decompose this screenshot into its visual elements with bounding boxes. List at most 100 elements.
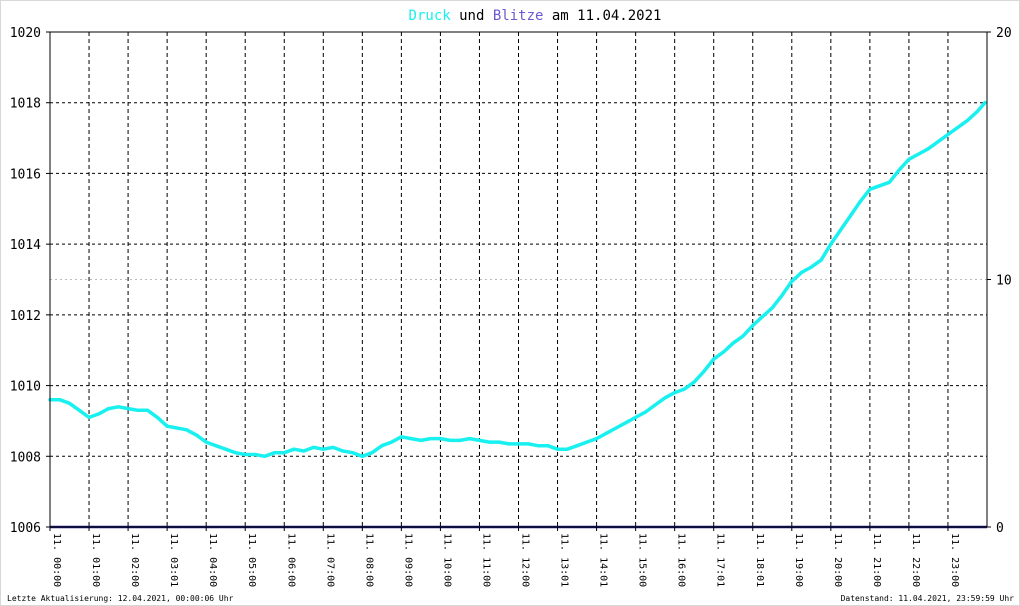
druck-data-point — [263, 454, 267, 458]
x-tick-label: 11. 16:00 — [676, 533, 687, 587]
y-left-tick-label: 1014 — [10, 238, 41, 253]
druck-data-point — [448, 438, 452, 442]
druck-data-point — [575, 444, 579, 448]
druck-data-point — [604, 431, 608, 435]
druck-data-point — [546, 444, 550, 448]
title-blitze: Blitze — [493, 8, 544, 24]
druck-data-point — [380, 444, 384, 448]
druck-data-point — [302, 449, 306, 453]
x-tick-label: 11. 09:00 — [402, 533, 413, 587]
druck-data-point — [878, 184, 882, 188]
druck-data-point — [282, 451, 286, 455]
druck-data-point — [673, 391, 677, 395]
druck-data-point — [624, 421, 628, 425]
x-tick-label: 11. 15:00 — [637, 533, 648, 587]
druck-data-point — [194, 433, 198, 437]
x-axis-labels: 11. 00:00 11. 01:00 11. 02:00 11. 03:01 11. … — [51, 533, 960, 587]
footer-data-status: Datenstand: 11.04.2021, 23:59:59 Uhr — [841, 594, 1015, 603]
druck-data-point — [907, 157, 911, 161]
druck-data-point — [790, 279, 794, 283]
x-tick-label: 11. 02:00 — [129, 533, 140, 587]
druck-data-point — [819, 258, 823, 262]
druck-data-point — [497, 440, 501, 444]
druck-data-point — [136, 408, 140, 412]
druck-data-point — [731, 341, 735, 345]
y-axis-left-labels: 1006 1008 1010 1012 1014 1016 1018 1020 — [10, 26, 41, 536]
druck-data-point — [477, 438, 481, 442]
druck-data-point — [253, 453, 257, 457]
chart-frame: Druck und Blitze am 11.04.2021 1006 1008 1… — [0, 0, 1020, 606]
druck-data-point — [956, 125, 960, 129]
x-tick-label: 11. 22:00 — [910, 533, 921, 587]
druck-data-point — [58, 398, 62, 402]
druck-data-point — [761, 315, 765, 319]
y-right-tick-label: 20 — [996, 26, 1012, 41]
x-tick-label: 11. 21:00 — [871, 533, 882, 587]
druck-data-point — [292, 447, 296, 451]
druck-data-point — [663, 396, 667, 400]
druck-data-point — [458, 438, 462, 442]
druck-data-point — [634, 415, 638, 419]
y-left-tick-label: 1020 — [10, 26, 41, 41]
y-left-tick-label: 1018 — [10, 97, 41, 112]
x-tick-label: 11. 23:00 — [949, 533, 960, 587]
druck-data-point — [517, 442, 520, 446]
druck-data-point — [800, 270, 804, 274]
druck-data-point — [712, 357, 716, 361]
x-tick-label: 11. 19:00 — [793, 533, 804, 587]
druck-data-point — [702, 369, 706, 373]
druck-data-point — [146, 408, 150, 412]
druck-data-point — [868, 187, 872, 191]
druck-data-point — [614, 426, 618, 430]
x-tick-label: 11. 17:01 — [715, 533, 726, 587]
y-left-tick-label: 1016 — [10, 167, 41, 182]
druck-data-point — [351, 451, 355, 455]
druck-data-point — [438, 437, 442, 441]
druck-data-point — [536, 444, 540, 448]
x-tick-label: 11. 20:00 — [832, 533, 843, 587]
druck-data-point — [926, 147, 930, 151]
x-tick-label: 11. 10:00 — [441, 533, 452, 587]
druck-data-point — [643, 410, 647, 414]
y-right-tick-label: 10 — [996, 274, 1012, 289]
y-left-tick-label: 1006 — [10, 521, 41, 536]
druck-data-point — [780, 293, 784, 297]
druck-data-point — [419, 438, 423, 442]
druck-data-point — [946, 133, 950, 137]
x-tick-label: 11. 03:01 — [168, 533, 179, 587]
druck-data-point — [839, 228, 843, 232]
pressure-chart: Druck und Blitze am 11.04.2021 100610081… — [7, 8, 1015, 603]
druck-data-point — [175, 426, 179, 430]
x-tick-label: 11. 06:00 — [285, 533, 296, 587]
grid-lines — [50, 32, 987, 527]
druck-data-point — [682, 387, 686, 391]
druck-data-point — [185, 428, 189, 432]
chart-title: Druck und Blitze am 11.04.2021 — [409, 8, 662, 24]
druck-data-point — [751, 323, 755, 327]
druck-data-point — [224, 447, 228, 451]
footer-last-update: Letzte Aktualisierung: 12.04.2021, 00:00… — [7, 594, 234, 603]
x-tick-label: 11. 05:00 — [246, 533, 257, 587]
druck-data-point — [409, 437, 413, 441]
druck-data-point — [360, 454, 364, 458]
druck-data-point — [243, 453, 247, 457]
druck-data-point — [858, 200, 862, 204]
druck-data-point — [692, 380, 696, 384]
title-und: und — [451, 8, 493, 24]
x-tick-label: 11. 00:00 — [51, 533, 62, 587]
x-tick-label: 11. 04:00 — [207, 533, 218, 587]
druck-data-point — [312, 445, 316, 449]
druck-data-point — [214, 444, 218, 448]
druck-data-point — [829, 242, 833, 246]
druck-data-point — [741, 334, 745, 338]
druck-data-point — [721, 350, 725, 354]
x-tick-label: 11. 13:01 — [559, 533, 570, 587]
druck-data-point — [556, 447, 560, 451]
title-date: am 11.04.2021 — [543, 8, 661, 24]
druck-data-point — [429, 437, 433, 441]
x-tick-label: 11. 14:01 — [598, 533, 609, 587]
druck-data-point — [887, 180, 891, 184]
x-tick-label: 11. 11:00 — [480, 533, 491, 587]
x-tick-label: 11. 01:00 — [90, 533, 101, 587]
druck-data-point — [272, 451, 276, 455]
